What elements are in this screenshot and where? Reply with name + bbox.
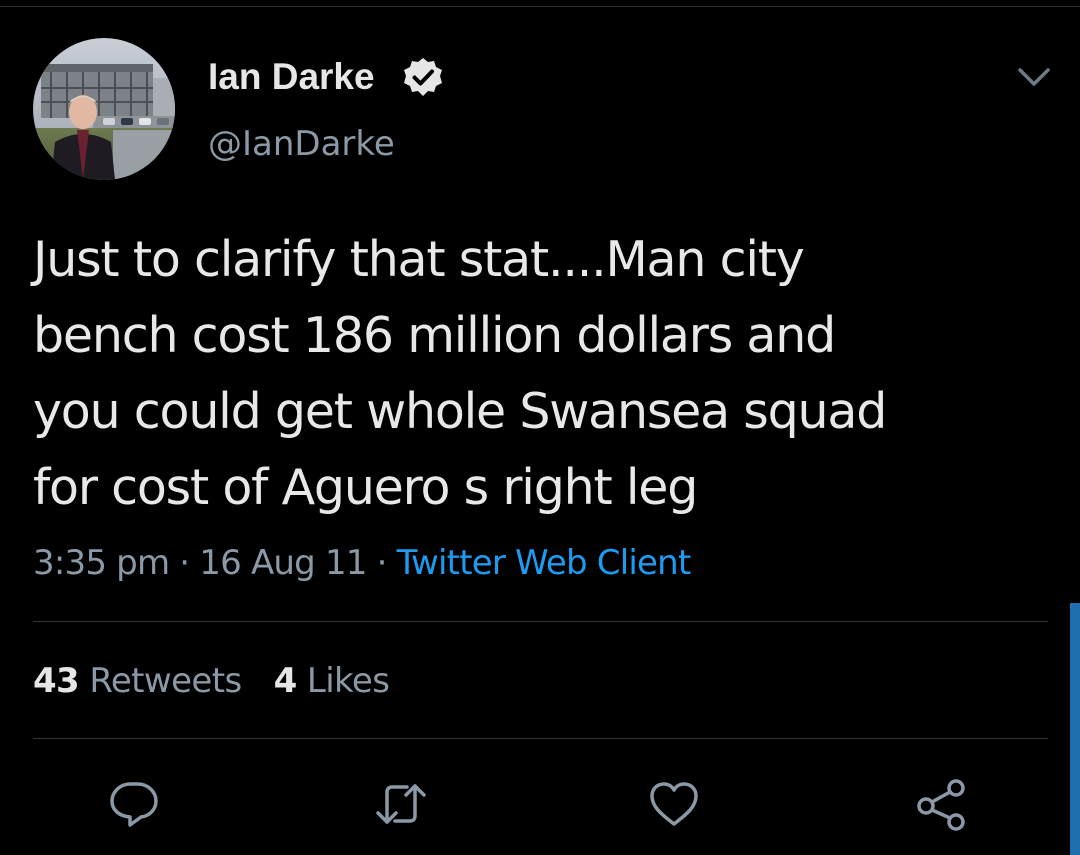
tweet-source-link[interactable]: Twitter Web Client [397, 543, 692, 583]
author-display-name[interactable]: Ian Darke [208, 55, 375, 99]
like-button[interactable] [646, 776, 702, 832]
retweets-count: 43 [33, 661, 80, 701]
stats-bottom-divider [33, 738, 1048, 739]
author-handle[interactable]: @IanDarke [208, 122, 395, 166]
reply-icon [110, 782, 158, 827]
share-icon [917, 779, 965, 831]
tweet-date[interactable]: 16 Aug 11 [199, 543, 367, 583]
meta-separator: · [169, 543, 200, 583]
tweet-time: 3:35 pm [33, 543, 170, 583]
avatar[interactable] [33, 38, 175, 180]
avatar-photo [33, 38, 175, 180]
tweet-stats: 43 Retweets 4 Likes [33, 658, 390, 704]
likes-stat[interactable]: 4 Likes [274, 661, 390, 701]
verified-badge-icon [404, 58, 442, 96]
likes-label: Likes [306, 661, 390, 701]
chevron-down-icon[interactable] [1016, 64, 1052, 90]
heart-icon [650, 782, 698, 826]
likes-count: 4 [273, 661, 298, 701]
retweets-stat[interactable]: 43 Retweets [33, 661, 242, 701]
stats-top-divider [33, 621, 1048, 622]
retweets-label: Retweets [89, 661, 242, 701]
reply-button[interactable] [106, 776, 162, 832]
tweet-text: Just to clarify that stat....Man city be… [33, 231, 887, 516]
top-divider [0, 6, 1080, 7]
scrollbar-thumb[interactable] [1070, 603, 1080, 855]
retweet-button[interactable] [373, 776, 429, 832]
share-button[interactable] [914, 776, 970, 832]
tweet-meta: 3:35 pm · 16 Aug 11 · Twitter Web Client [33, 540, 692, 586]
retweet-icon [376, 784, 426, 824]
meta-separator: · [366, 543, 397, 583]
